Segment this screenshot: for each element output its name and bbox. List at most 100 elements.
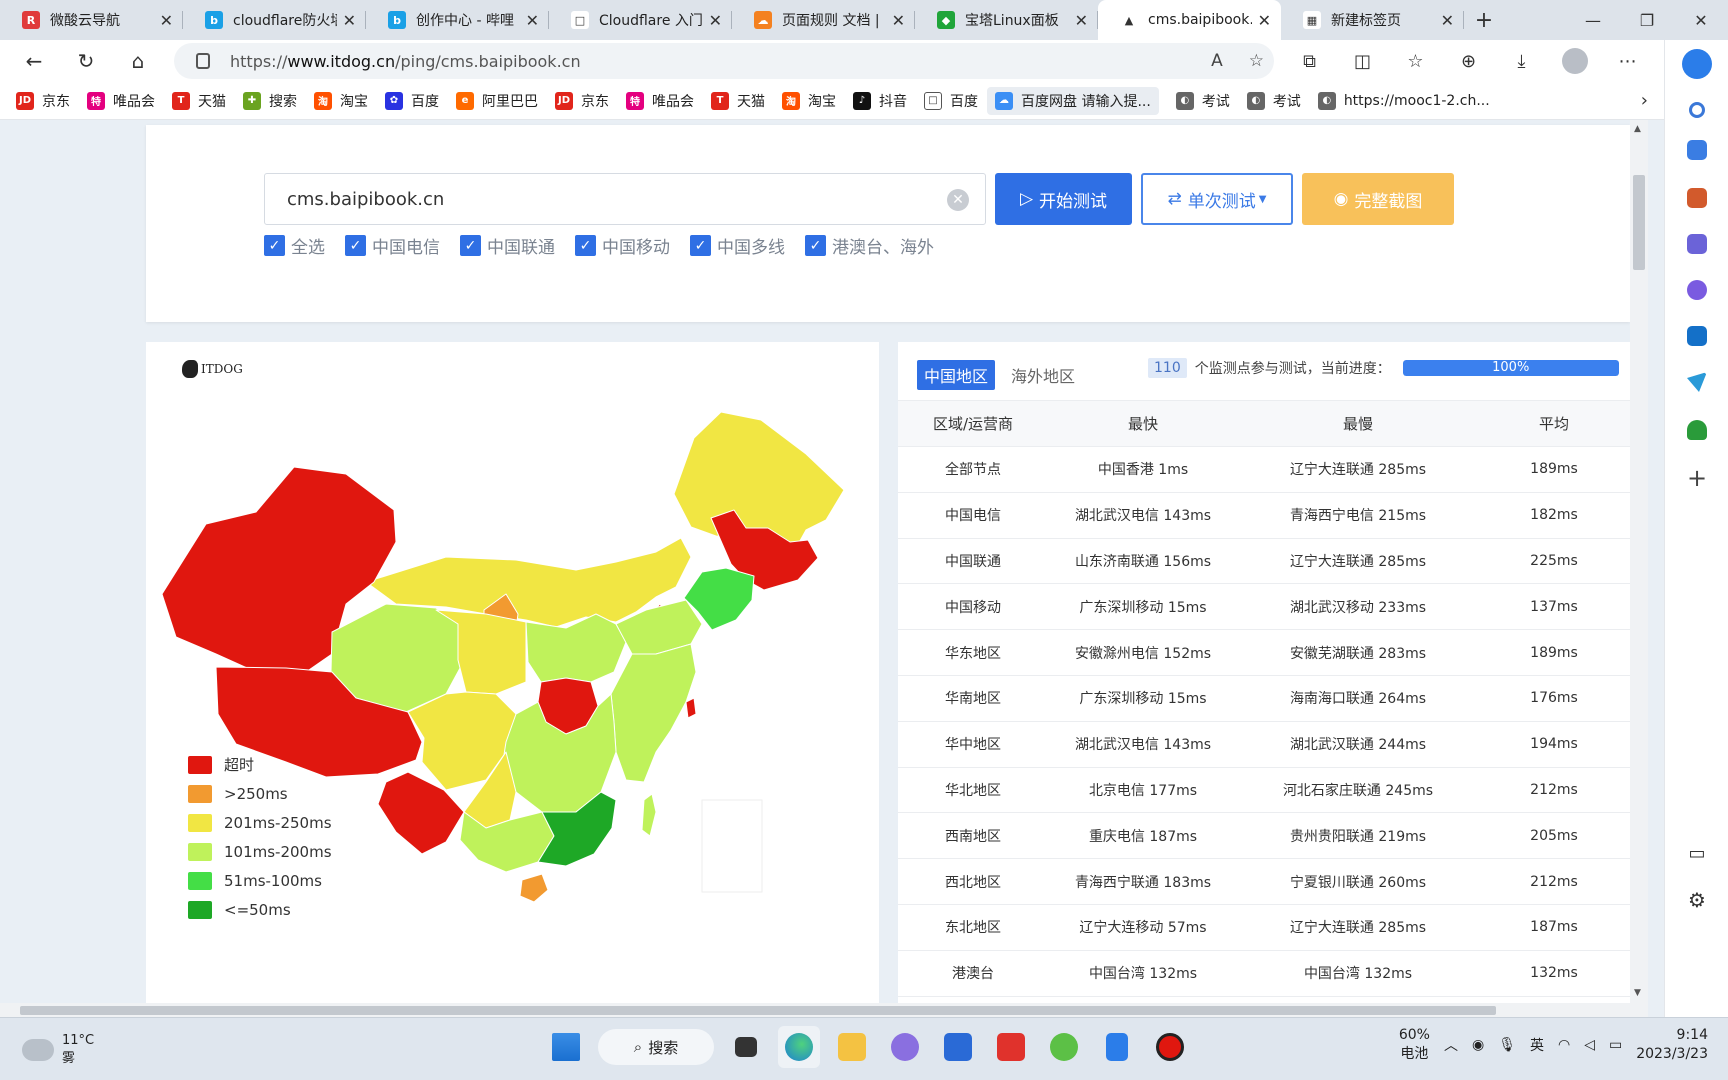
bookmark-item[interactable]: ◐ https://mooc1-2.ch... <box>1317 91 1490 110</box>
checkbox-checked-icon[interactable]: ✓ <box>575 235 596 256</box>
send-icon[interactable] <box>1665 364 1728 400</box>
weather-widget[interactable]: 11°C 雾 <box>22 1032 94 1068</box>
microsoft365-icon[interactable] <box>1665 272 1728 308</box>
start-test-button[interactable]: ▷ 开始测试 <box>995 173 1132 225</box>
checkbox-0[interactable]: ✓ 全选 <box>264 233 325 258</box>
add-favorite-icon[interactable]: ☆ <box>1249 51 1264 71</box>
back-arrow-icon[interactable]: ← <box>8 40 60 82</box>
tab-3[interactable]: □ Cloudflare 入门 ✕ <box>549 0 732 40</box>
checkbox-checked-icon[interactable]: ✓ <box>345 235 366 256</box>
tab-close-icon[interactable]: ✕ <box>892 11 905 30</box>
bookmark-item[interactable]: □ 百度 <box>924 91 978 111</box>
tab-6[interactable]: ▲ cms.baipibook.c ✕ <box>1098 0 1281 40</box>
settings-gear-icon[interactable]: ⚙ <box>1665 882 1728 918</box>
bookmark-item[interactable]: ✿ 百度 <box>385 91 439 111</box>
bookmark-item[interactable]: JD 京东 <box>555 91 609 111</box>
region-tab-1[interactable]: 海外地区 <box>1004 360 1082 390</box>
more-icon[interactable]: ⋯ <box>1601 40 1654 82</box>
bookmarks-more-chevron-icon[interactable]: › <box>1641 90 1648 111</box>
checkbox-checked-icon[interactable]: ✓ <box>460 235 481 256</box>
file-explorer-icon[interactable] <box>831 1026 873 1068</box>
home-icon[interactable]: ⌂ <box>112 40 164 82</box>
tab-close-icon[interactable]: ✕ <box>160 11 173 30</box>
checkbox-5[interactable]: ✓ 港澳台、海外 <box>805 233 934 258</box>
qq-icon[interactable]: ◉ <box>1472 1037 1484 1053</box>
ie-icon[interactable] <box>1043 1026 1085 1068</box>
ime-indicator[interactable]: 英 <box>1530 1035 1544 1055</box>
favorites-icon[interactable]: ☆ <box>1389 40 1442 82</box>
taskbar-search[interactable]: ⌕ 搜索 <box>598 1029 714 1065</box>
wps-icon[interactable] <box>990 1026 1032 1068</box>
checkbox-checked-icon[interactable]: ✓ <box>264 235 285 256</box>
tray-chevron-icon[interactable]: ︿ <box>1444 1035 1458 1055</box>
battery-icon[interactable]: ▭ <box>1609 1037 1622 1053</box>
region-tab-0[interactable]: 中国地区 <box>917 360 996 390</box>
vertical-scrollbar[interactable]: ▲ ▼ <box>1630 120 1648 1003</box>
tab-close-icon[interactable]: ✕ <box>1258 11 1271 30</box>
profile-avatar-icon[interactable] <box>1548 40 1601 82</box>
bing-copilot-icon[interactable] <box>1665 42 1728 86</box>
tree-icon[interactable] <box>1665 412 1728 448</box>
wifi-icon[interactable]: ◠ <box>1558 1037 1570 1053</box>
url-text[interactable]: https://www.itdog.cn/ping/cms.baipibook.… <box>230 52 581 71</box>
horizontal-scroll-thumb[interactable] <box>20 1006 1496 1015</box>
copilot-app-icon[interactable] <box>884 1026 926 1068</box>
phone-link-icon[interactable] <box>1096 1026 1138 1068</box>
tab-close-icon[interactable]: ✕ <box>709 11 722 30</box>
shopping-tag-icon[interactable] <box>1665 132 1728 168</box>
bookmark-item[interactable]: ✚ 搜索 <box>243 91 297 111</box>
checkbox-checked-icon[interactable]: ✓ <box>805 235 826 256</box>
add-sidebar-icon[interactable]: + <box>1665 460 1728 496</box>
store-icon[interactable] <box>937 1026 979 1068</box>
full-screenshot-button[interactable]: ◉ 完整截图 <box>1302 173 1454 225</box>
vertical-scroll-thumb[interactable] <box>1633 175 1645 270</box>
bookmark-item[interactable]: 特唯品会 <box>626 91 694 111</box>
bookmark-item[interactable]: ♪ 抖音 <box>853 91 907 111</box>
microphone-icon[interactable]: 🎙 <box>1498 1037 1516 1053</box>
downloads-icon[interactable]: ⤓ <box>1495 40 1548 82</box>
extensions-icon[interactable]: ⧉ <box>1283 40 1336 82</box>
task-view-icon[interactable] <box>725 1026 767 1068</box>
single-test-dropdown[interactable]: ⇄ 单次测试 ▼ <box>1141 173 1293 225</box>
battery-status[interactable]: 60% 电池 <box>1399 1026 1430 1064</box>
tab-1[interactable]: b cloudflare防火墙 ✕ <box>183 0 366 40</box>
edge-browser-icon[interactable] <box>778 1026 820 1068</box>
bookmark-item[interactable]: ◐ 考试 <box>1246 91 1301 111</box>
bookmark-item[interactable]: JD 京东 <box>16 91 70 111</box>
collections-icon[interactable]: ⊕ <box>1442 40 1495 82</box>
volume-icon[interactable]: ◁ <box>1584 1037 1595 1053</box>
checkbox-checked-icon[interactable]: ✓ <box>690 235 711 256</box>
tab-2[interactable]: b 创作中心 - 哔哩 ✕ <box>366 0 549 40</box>
tab-close-icon[interactable]: ✕ <box>1075 11 1088 30</box>
tab-close-icon[interactable]: ✕ <box>343 11 356 30</box>
search-icon[interactable] <box>1665 92 1728 128</box>
start-windows-icon[interactable] <box>545 1026 587 1068</box>
bookmark-item[interactable]: 淘淘宝 <box>314 91 368 111</box>
tab-close-icon[interactable]: ✕ <box>526 11 539 30</box>
bookmark-item[interactable]: T 天猫 <box>172 91 226 111</box>
outlook-icon[interactable] <box>1665 318 1728 354</box>
tab-5[interactable]: ◆ 宝塔Linux面板 ✕ <box>915 0 1098 40</box>
tools-briefcase-icon[interactable] <box>1665 180 1728 216</box>
tab-0[interactable]: R 微酸云导航 ✕ <box>0 0 183 40</box>
bookmark-item[interactable]: ☁ 百度网盘 请输入提... <box>987 86 1159 115</box>
record-app-icon[interactable] <box>1149 1026 1191 1068</box>
minimize-icon[interactable]: — <box>1566 0 1620 40</box>
games-icon[interactable] <box>1665 226 1728 262</box>
new-tab-button[interactable]: + <box>1464 0 1504 40</box>
checkbox-3[interactable]: ✓ 中国移动 <box>575 233 670 258</box>
bookmark-item[interactable]: 淘淘宝 <box>782 91 836 111</box>
sidebar-panel-icon[interactable]: ▭ <box>1665 835 1728 871</box>
close-window-icon[interactable]: ✕ <box>1674 0 1728 40</box>
checkbox-2[interactable]: ✓ 中国联通 <box>460 233 555 258</box>
checkbox-4[interactable]: ✓ 中国多线 <box>690 233 785 258</box>
split-screen-icon[interactable]: ◫ <box>1336 40 1389 82</box>
tab-close-icon[interactable]: ✕ <box>1441 11 1454 30</box>
clock[interactable]: 9:14 2023/3/23 <box>1636 1026 1708 1064</box>
bookmark-item[interactable]: ◐ 考试 <box>1175 91 1230 111</box>
lock-icon[interactable] <box>196 53 210 69</box>
bookmark-item[interactable]: 特唯品会 <box>87 91 155 111</box>
horizontal-scrollbar[interactable] <box>0 1003 1648 1017</box>
read-aloud-icon[interactable]: A <box>1211 51 1223 71</box>
url-bar[interactable]: https://www.itdog.cn/ping/cms.baipibook.… <box>174 43 1274 79</box>
